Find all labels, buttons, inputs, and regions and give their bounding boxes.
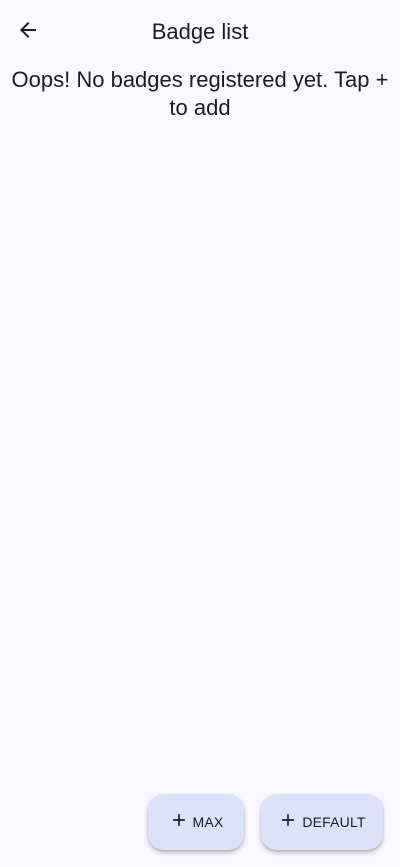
plus-icon bbox=[169, 810, 193, 835]
empty-state-message: Oops! No badges registered yet. Tap + to… bbox=[11, 67, 389, 120]
page-title: Badge list bbox=[151, 19, 249, 44]
add-default-button[interactable]: DEFAULT bbox=[261, 794, 383, 850]
plus-icon bbox=[278, 810, 302, 835]
add-default-label: DEFAULT bbox=[302, 814, 366, 830]
top-app-bar: Badge list bbox=[0, 0, 400, 64]
add-max-label: MAX bbox=[192, 814, 224, 830]
add-max-button[interactable]: MAX bbox=[148, 794, 244, 850]
